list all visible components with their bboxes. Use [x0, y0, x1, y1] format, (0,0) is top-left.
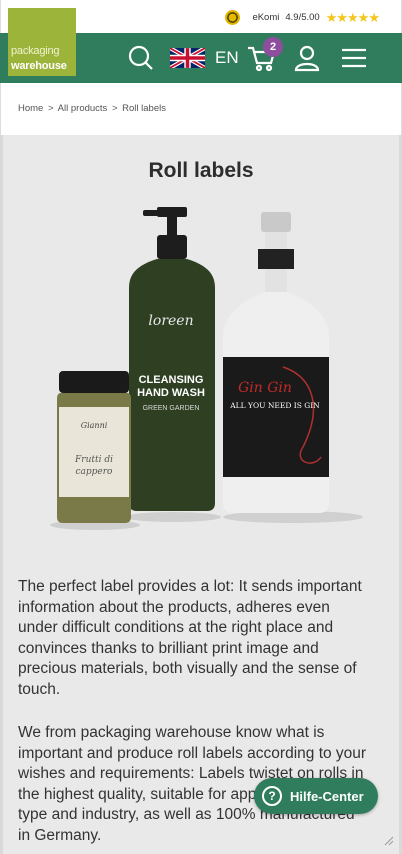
page-title: Roll labels [148, 159, 254, 182]
gin-label-title: Gin Gin [238, 380, 292, 396]
search-button[interactable] [125, 33, 157, 83]
breadcrumb: Home > All products > Roll labels [0, 83, 402, 135]
breadcrumb-separator: > [111, 103, 118, 114]
language-selector[interactable]: EN [170, 33, 239, 83]
logo-text-packaging: packaging [11, 45, 60, 57]
intro-paragraph-1: The perfect label provides a lot: It sen… [18, 578, 362, 698]
help-center-button[interactable]: ? Hilfe-Center [254, 778, 378, 814]
main-content: Roll labels loreen CLEANSING HAND WASH G… [0, 135, 402, 854]
breadcrumb-all-products[interactable]: All products [58, 103, 108, 114]
gin-label-slogan: ALL YOU NEED IS GIN [229, 401, 320, 410]
breadcrumb-separator: > [47, 103, 54, 114]
jar-graphic: Gianni Frutti di cappero [57, 371, 131, 523]
bottle-label-loreen: loreen [148, 313, 193, 329]
language-code: EN [215, 48, 239, 67]
bottle-label-cleansing: CLEANSING [139, 374, 204, 386]
help-question-icon: ? [262, 786, 282, 806]
uk-flag-icon [170, 48, 205, 68]
breadcrumb-current: Roll labels [122, 103, 166, 114]
hamburger-menu-icon [342, 48, 366, 68]
ekomi-score: 4.9/5.00 [285, 12, 320, 23]
breadcrumb-home[interactable]: Home [18, 103, 43, 114]
jar-label-line1: Frutti di [74, 455, 113, 465]
bottle-label-handwash: HAND WASH [137, 387, 205, 399]
resize-grip-icon[interactable] [382, 834, 394, 846]
site-logo[interactable]: packaging warehouse [8, 8, 76, 76]
gin-bottle-graphic: Gin Gin ALL YOU NEED IS GIN [223, 212, 329, 513]
pump-bottle-graphic: loreen CLEANSING HAND WASH GREEN GARDEN [129, 207, 215, 511]
account-button[interactable] [291, 33, 323, 83]
ekomi-seal-icon [225, 10, 241, 25]
search-icon [128, 45, 153, 70]
ekomi-label: eKomi [252, 12, 280, 23]
product-image: loreen CLEANSING HAND WASH GREEN GARDEN … [50, 207, 363, 530]
cart-count-badge: 2 [263, 37, 283, 57]
ekomi-rating[interactable]: eKomi 4.9/5.00 ★★★★★ [225, 10, 380, 25]
jar-label-brand: Gianni [81, 421, 108, 430]
bottle-label-garden: GREEN GARDEN [143, 405, 200, 412]
logo-text-warehouse: warehouse [11, 60, 67, 72]
menu-button[interactable] [340, 33, 368, 83]
help-center-label: Hilfe-Center [290, 788, 364, 804]
user-icon [294, 45, 320, 72]
jar-label-line2: cappero [76, 467, 114, 477]
rating-stars-icon: ★★★★★ [325, 10, 380, 25]
